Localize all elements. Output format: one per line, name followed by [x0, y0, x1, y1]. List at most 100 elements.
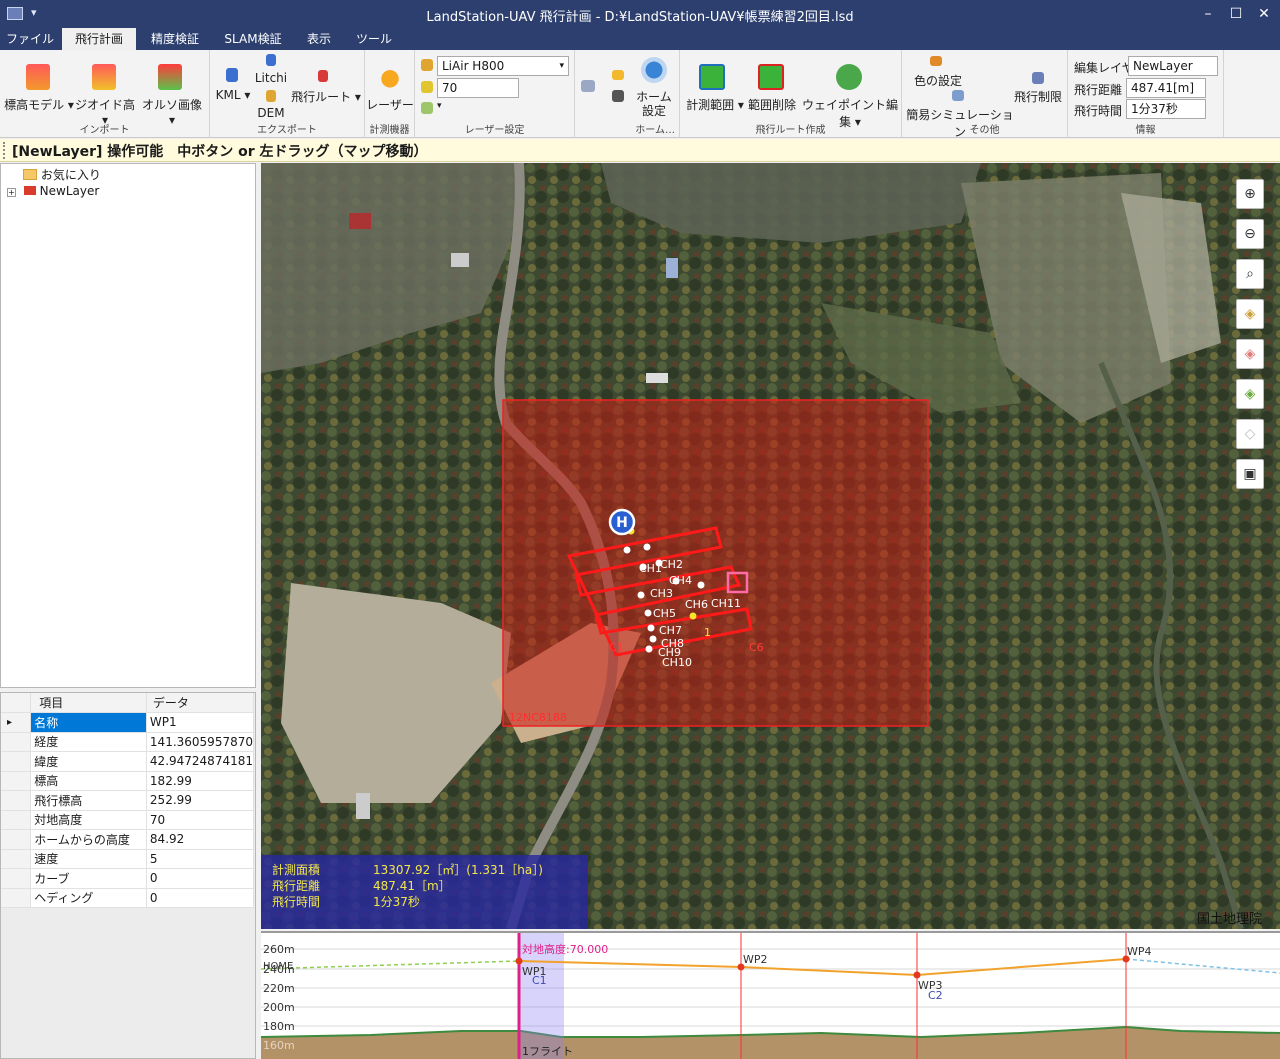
- tab-view[interactable]: 表示: [294, 28, 344, 50]
- property-value[interactable]: 182.99: [146, 771, 255, 791]
- checkpoint-dot[interactable]: [637, 591, 645, 599]
- maximize-button[interactable]: ☐: [1222, 3, 1250, 25]
- menu-tabs: ファイル 飛行計画 精度検証 SLAM検証 表示 ツール: [0, 28, 1280, 50]
- checkpoint-dot[interactable]: [649, 635, 657, 643]
- profile-waypoint[interactable]: [515, 957, 523, 965]
- map-view[interactable]: C1 C6 CH1 CH2 CH3 CH4 CH5 CH6 CH7 CH8 CH…: [261, 163, 1280, 929]
- property-row[interactable]: 緯度 42.94724874181: [1, 751, 255, 772]
- row-header[interactable]: [1, 849, 32, 869]
- row-header[interactable]: [1, 810, 32, 830]
- expand-icon[interactable]: +: [7, 188, 16, 197]
- minimize-button[interactable]: –: [1194, 3, 1222, 25]
- row-header[interactable]: ▸: [1, 712, 32, 733]
- elevation-model-button[interactable]: 標高モデル ▾: [4, 96, 74, 113]
- property-value[interactable]: 0: [146, 888, 255, 908]
- property-row[interactable]: カーブ 0: [1, 868, 255, 889]
- row-header[interactable]: [1, 771, 32, 791]
- tab-file[interactable]: ファイル: [0, 28, 60, 50]
- litchi-button[interactable]: Litchi: [254, 71, 288, 85]
- kml-button[interactable]: KML ▾: [214, 88, 252, 102]
- checkpoint-dot[interactable]: [647, 624, 655, 632]
- column-header-data[interactable]: データ: [146, 693, 255, 713]
- group-laser-settings: LiAir H800 ▾ 70 ▾ レーザー設定: [415, 50, 575, 138]
- waypoint-marker[interactable]: [689, 612, 697, 620]
- property-row[interactable]: ▸ 名称 WP1: [1, 712, 255, 733]
- checkpoint-dot[interactable]: [645, 645, 653, 653]
- y-tick-label: 260m: [263, 943, 295, 956]
- property-value[interactable]: 252.99: [146, 790, 255, 811]
- group-label-route: 飛行ルート作成: [755, 125, 826, 136]
- checkpoint-dot[interactable]: [643, 543, 651, 551]
- tab-flight-plan[interactable]: 飛行計画: [62, 28, 136, 50]
- tree-item-newlayer[interactable]: + NewLayer: [7, 184, 99, 198]
- survey-info-box: 計測面積 13307.92［㎡］(1.331［ha］) 飛行距離 487.41［…: [261, 855, 588, 929]
- property-row[interactable]: 速度 5: [1, 849, 255, 869]
- property-value[interactable]: 5: [146, 849, 255, 869]
- layer-b-icon[interactable]: ◈: [1236, 339, 1264, 369]
- zoom-fit-icon[interactable]: ⌕: [1236, 259, 1264, 289]
- tab-tools[interactable]: ツール: [346, 28, 402, 50]
- tab-accuracy[interactable]: 精度検証: [138, 28, 212, 50]
- group-export: KML ▾ Litchi DEM 飛行ルート ▾ エクスポート: [210, 50, 365, 138]
- measure-range-icon: [699, 64, 725, 90]
- property-row[interactable]: 飛行標高 252.99: [1, 790, 255, 811]
- row-header[interactable]: [1, 888, 32, 908]
- checkpoint-dot[interactable]: [644, 609, 652, 617]
- profile-waypoint[interactable]: [913, 971, 921, 979]
- property-value[interactable]: 70: [146, 810, 255, 830]
- group-label-import: インポート: [79, 125, 130, 136]
- property-row[interactable]: 経度 141.3605957870: [1, 732, 255, 752]
- eraser-icon[interactable]: ◇: [1236, 419, 1264, 449]
- row-header[interactable]: [1, 732, 32, 752]
- zoom-in-icon[interactable]: ⊕: [1236, 179, 1264, 209]
- laser-altitude-input[interactable]: 70: [437, 78, 519, 98]
- property-value[interactable]: 0: [146, 868, 255, 889]
- y-tick-label: 200m: [263, 1001, 295, 1014]
- dem-button[interactable]: DEM: [254, 106, 288, 120]
- layer-label: 編集レイヤ: [1074, 61, 1134, 75]
- layer-a-icon[interactable]: ◈: [1236, 299, 1264, 329]
- flight-limit-button[interactable]: 飛行制限: [1010, 88, 1066, 105]
- color-settings-button[interactable]: 色の設定: [906, 72, 970, 89]
- column-header-item[interactable]: 項目: [30, 693, 147, 713]
- laser-button[interactable]: レーザー: [365, 96, 415, 113]
- zoom-out-icon[interactable]: ⊖: [1236, 219, 1264, 249]
- ribbon: 標高モデル ▾ ジオイド高 ▾ オルソ画像 ▾ インポート KML ▾ Litc…: [0, 50, 1280, 139]
- measurement-area[interactable]: [502, 399, 929, 727]
- terrain-fill: [261, 1027, 1280, 1059]
- row-header[interactable]: [1, 868, 32, 889]
- row-header[interactable]: [1, 790, 32, 811]
- property-row[interactable]: ホームからの高度 84.92: [1, 829, 255, 850]
- elevation-profile[interactable]: 260m 240m 220m 200m 180m 160m HOME 対地高度:…: [261, 931, 1280, 1059]
- delete-range-icon: [758, 64, 784, 90]
- checkpoint-dot[interactable]: [697, 581, 705, 589]
- flight-route-export-button[interactable]: 飛行ルート ▾: [290, 88, 362, 105]
- property-value[interactable]: 42.94724874181: [146, 751, 255, 772]
- overlap-dropdown-arrow[interactable]: ▾: [437, 101, 442, 111]
- map-canvas[interactable]: C1 C6 CH1 CH2 CH3 CH4 CH5 CH6 CH7 CH8 CH…: [261, 163, 1280, 929]
- property-value[interactable]: WP1: [146, 712, 255, 733]
- tab-slam[interactable]: SLAM検証: [214, 28, 292, 50]
- property-row[interactable]: 標高 182.99: [1, 771, 255, 791]
- row-header[interactable]: [1, 829, 32, 850]
- property-key: ホームからの高度: [30, 829, 147, 850]
- laser-model-select[interactable]: LiAir H800 ▾: [437, 56, 569, 76]
- measure-range-button[interactable]: 計測範囲 ▾: [682, 96, 748, 113]
- property-row[interactable]: ヘディング 0: [1, 888, 255, 908]
- profile-canvas[interactable]: 260m 240m 220m 200m 180m 160m HOME 対地高度:…: [261, 933, 1280, 1059]
- layer-field[interactable]: NewLayer: [1128, 56, 1218, 76]
- building-blue-roof: [666, 258, 678, 278]
- checkpoint-dot[interactable]: [623, 546, 631, 554]
- property-row[interactable]: 対地高度 70: [1, 810, 255, 830]
- layer-c-icon[interactable]: ◈: [1236, 379, 1264, 409]
- toolbar-grip[interactable]: [3, 142, 7, 159]
- home-settings-button[interactable]: ホーム 設定: [633, 90, 675, 118]
- row-header[interactable]: [1, 751, 32, 772]
- delete-range-button[interactable]: 範囲削除: [746, 96, 798, 113]
- tree-item-favorites[interactable]: お気に入り: [23, 166, 101, 183]
- lap-marker: 1: [704, 626, 711, 639]
- close-button[interactable]: ✕: [1250, 3, 1278, 25]
- property-value[interactable]: 141.3605957870: [146, 732, 255, 752]
- property-value[interactable]: 84.92: [146, 829, 255, 850]
- camera-icon[interactable]: ▣: [1236, 459, 1264, 489]
